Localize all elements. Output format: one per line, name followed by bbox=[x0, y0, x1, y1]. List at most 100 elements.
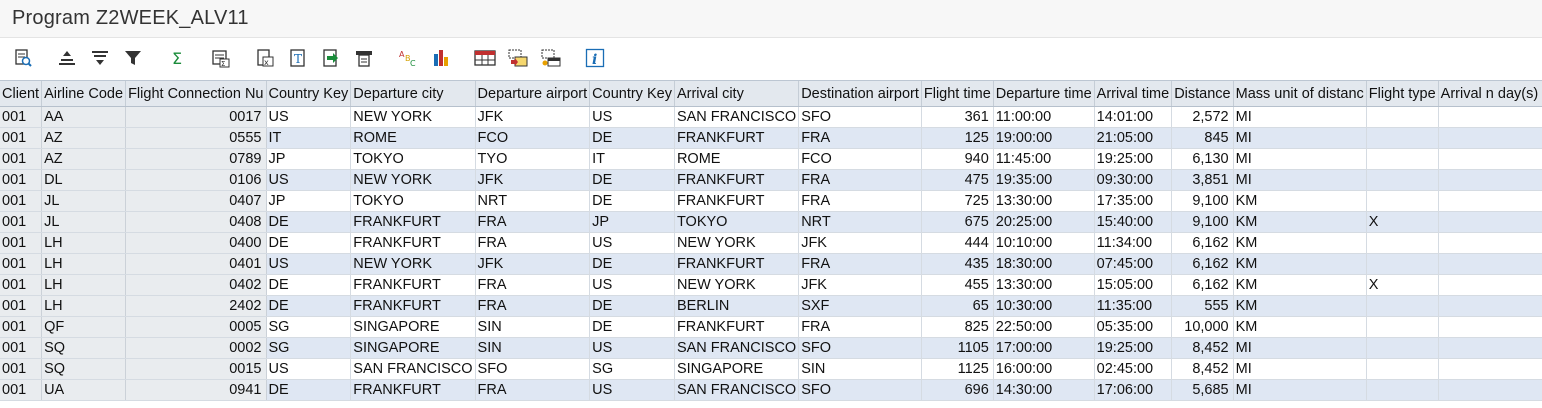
column-header[interactable]: Client bbox=[0, 81, 43, 107]
table-cell[interactable]: 6,162 bbox=[1171, 232, 1234, 254]
table-cell[interactable]: 845 bbox=[1171, 127, 1234, 149]
table-cell[interactable]: 0005 bbox=[125, 316, 267, 338]
filter-button[interactable] bbox=[122, 47, 144, 69]
table-cell[interactable]: DE bbox=[589, 190, 675, 212]
table-cell[interactable]: 725 bbox=[921, 190, 994, 212]
table-row[interactable]: 001 UA 0941 DE FRANKFURT FRA US SAN FRANCISCO SF… bbox=[0, 379, 1542, 401]
local-file-button[interactable] bbox=[320, 47, 342, 69]
table-cell[interactable]: 20:25:00 bbox=[993, 211, 1095, 233]
table-cell[interactable]: FRA bbox=[475, 232, 591, 254]
table-cell[interactable]: JP bbox=[266, 190, 352, 212]
table-cell[interactable]: 0106 bbox=[125, 169, 267, 191]
table-cell[interactable]: 0 bbox=[1438, 295, 1542, 317]
table-cell[interactable]: DL bbox=[41, 169, 127, 191]
table-cell[interactable]: SAN FRANCISCO bbox=[674, 106, 800, 128]
table-cell[interactable]: LH bbox=[41, 253, 127, 275]
table-cell[interactable]: FRA bbox=[798, 190, 922, 212]
table-cell[interactable]: 001 bbox=[0, 358, 43, 380]
table-cell[interactable]: 0015 bbox=[125, 358, 267, 380]
table-cell[interactable] bbox=[1366, 148, 1439, 170]
table-cell[interactable]: 0 bbox=[1438, 190, 1542, 212]
table-cell[interactable]: 19:35:00 bbox=[993, 169, 1095, 191]
table-cell[interactable]: FRA bbox=[475, 211, 591, 233]
table-cell[interactable]: 475 bbox=[921, 169, 994, 191]
table-cell[interactable] bbox=[1366, 379, 1439, 401]
table-cell[interactable]: KM bbox=[1233, 190, 1367, 212]
table-cell[interactable]: MI bbox=[1233, 127, 1367, 149]
table-cell[interactable]: US bbox=[589, 106, 675, 128]
table-cell[interactable]: 001 bbox=[0, 211, 43, 233]
details-button[interactable] bbox=[12, 47, 34, 69]
column-header[interactable]: Arrival n day(s) lat bbox=[1438, 81, 1542, 107]
excel-export-button[interactable]: x bbox=[254, 47, 276, 69]
column-header[interactable]: Country Key bbox=[266, 81, 352, 107]
table-cell[interactable] bbox=[1366, 316, 1439, 338]
table-cell[interactable]: 10,000 bbox=[1171, 316, 1234, 338]
table-cell[interactable]: TOKYO bbox=[674, 211, 800, 233]
table-cell[interactable]: UA bbox=[41, 379, 127, 401]
graphic-button[interactable] bbox=[430, 47, 452, 69]
table-cell[interactable]: 11:34:00 bbox=[1094, 232, 1173, 254]
table-cell[interactable]: FRANKFURT bbox=[350, 232, 476, 254]
information-button[interactable]: i bbox=[584, 47, 606, 69]
table-cell[interactable]: SQ bbox=[41, 337, 127, 359]
table-cell[interactable]: 444 bbox=[921, 232, 994, 254]
table-cell[interactable]: JFK bbox=[798, 232, 922, 254]
table-cell[interactable]: 0401 bbox=[125, 253, 267, 275]
table-cell[interactable]: US bbox=[266, 106, 352, 128]
table-cell[interactable]: JL bbox=[41, 211, 127, 233]
table-row[interactable]: 001 JL 0407 JP TOKYO NRT DE FRANKFURT FRA 725 13:3… bbox=[0, 190, 1542, 212]
table-cell[interactable]: JFK bbox=[475, 106, 591, 128]
table-cell[interactable]: SINGAPORE bbox=[674, 358, 800, 380]
table-cell[interactable]: FRANKFURT bbox=[674, 169, 800, 191]
table-cell[interactable]: 675 bbox=[921, 211, 994, 233]
table-cell[interactable]: DE bbox=[589, 295, 675, 317]
table-cell[interactable]: 001 bbox=[0, 253, 43, 275]
sort-ascending-button[interactable] bbox=[56, 47, 78, 69]
table-cell[interactable]: JFK bbox=[475, 253, 591, 275]
sort-descending-button[interactable] bbox=[89, 47, 111, 69]
table-cell[interactable]: FRA bbox=[475, 274, 591, 296]
table-cell[interactable]: 001 bbox=[0, 169, 43, 191]
table-cell[interactable]: MI bbox=[1233, 337, 1367, 359]
table-cell[interactable]: DE bbox=[266, 379, 352, 401]
table-cell[interactable]: 001 bbox=[0, 106, 43, 128]
table-cell[interactable]: 0 bbox=[1438, 232, 1542, 254]
column-header[interactable]: Departure airport bbox=[475, 81, 591, 107]
table-cell[interactable]: FRA bbox=[798, 316, 922, 338]
table-cell[interactable]: AZ bbox=[41, 127, 127, 149]
table-cell[interactable]: 11:00:00 bbox=[993, 106, 1095, 128]
table-cell[interactable]: SINGAPORE bbox=[350, 337, 476, 359]
table-cell[interactable]: 001 bbox=[0, 337, 43, 359]
table-cell[interactable]: NEW YORK bbox=[350, 169, 476, 191]
table-cell[interactable]: 14:30:00 bbox=[993, 379, 1095, 401]
table-cell[interactable]: AZ bbox=[41, 148, 127, 170]
table-cell[interactable]: 6,162 bbox=[1171, 253, 1234, 275]
table-cell[interactable]: 0 bbox=[1438, 148, 1542, 170]
column-header[interactable]: Flight Connection Nu bbox=[125, 81, 267, 107]
table-cell[interactable]: 1 bbox=[1438, 253, 1542, 275]
table-cell[interactable]: 18:30:00 bbox=[993, 253, 1095, 275]
table-cell[interactable]: 05:35:00 bbox=[1094, 316, 1173, 338]
column-header[interactable]: Destination airport bbox=[798, 81, 922, 107]
table-cell[interactable] bbox=[1366, 232, 1439, 254]
table-cell[interactable]: MI bbox=[1233, 358, 1367, 380]
table-cell[interactable]: US bbox=[266, 358, 352, 380]
table-cell[interactable]: 0 bbox=[1438, 274, 1542, 296]
table-cell[interactable]: LH bbox=[41, 295, 127, 317]
column-header[interactable]: Flight type bbox=[1366, 81, 1439, 107]
save-layout-button[interactable] bbox=[540, 47, 562, 69]
table-cell[interactable]: SFO bbox=[798, 106, 922, 128]
table-cell[interactable]: 1 bbox=[1438, 316, 1542, 338]
column-header[interactable]: Arrival time bbox=[1094, 81, 1173, 107]
table-cell[interactable]: 6,162 bbox=[1171, 274, 1234, 296]
table-cell[interactable]: JP bbox=[589, 211, 675, 233]
table-cell[interactable]: 0017 bbox=[125, 106, 267, 128]
table-cell[interactable]: DE bbox=[266, 211, 352, 233]
table-cell[interactable]: FCO bbox=[798, 148, 922, 170]
table-cell[interactable]: 001 bbox=[0, 274, 43, 296]
table-cell[interactable]: DE bbox=[266, 274, 352, 296]
table-cell[interactable]: JL bbox=[41, 190, 127, 212]
table-cell[interactable]: BERLIN bbox=[674, 295, 800, 317]
table-cell[interactable]: MI bbox=[1233, 148, 1367, 170]
